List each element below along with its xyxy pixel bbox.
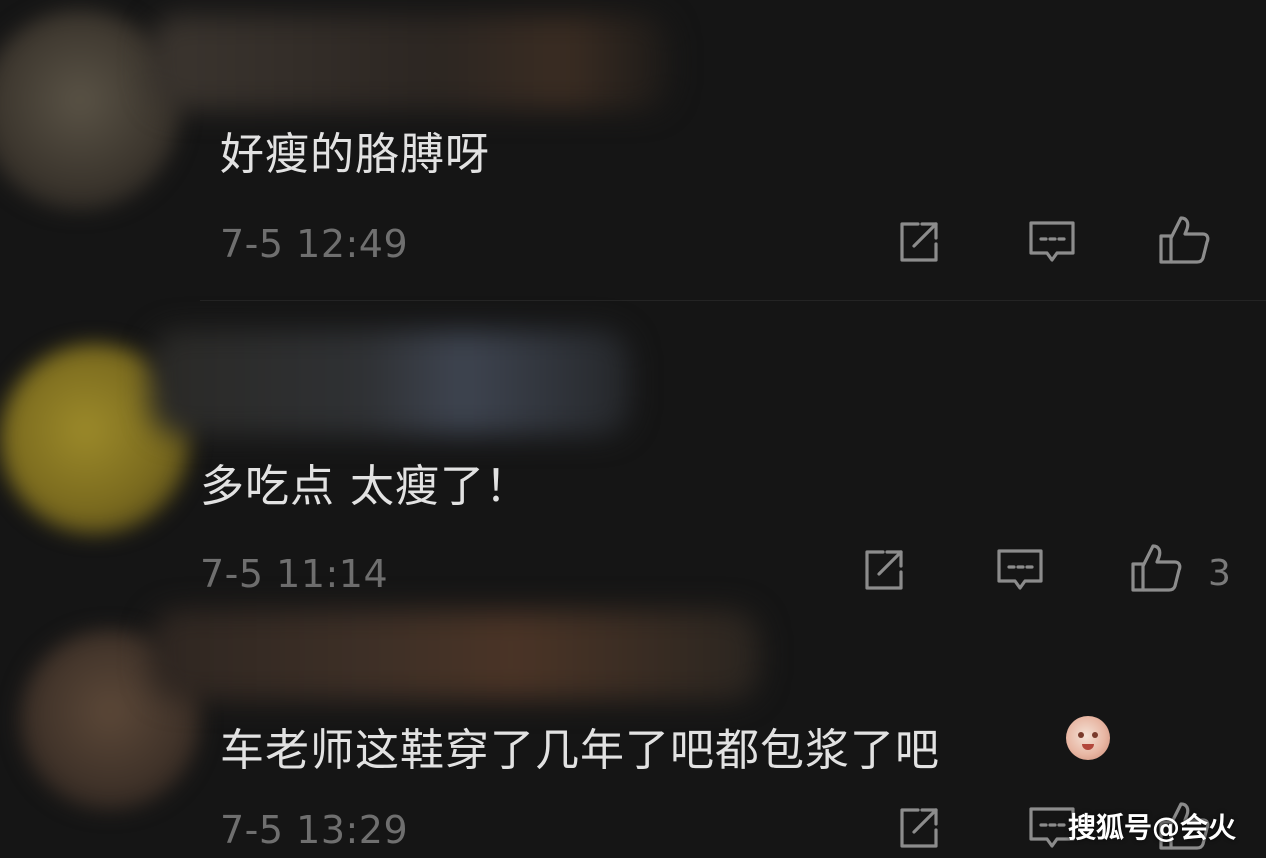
share-icon xyxy=(865,550,903,590)
share-button[interactable] xyxy=(855,542,911,598)
username[interactable] xyxy=(150,15,670,110)
comment-text: 好瘦的胳膊呀 xyxy=(220,129,490,180)
comment-timestamp: 7-5 11:14 xyxy=(200,552,389,596)
comment-icon xyxy=(1029,221,1075,262)
like-button[interactable] xyxy=(1156,212,1212,268)
comment-list-screen: 好瘦的胳膊呀 7-5 12:49 多吃点 太瘦了！ 7-5 11:14 3 车老… xyxy=(0,0,1266,858)
thumbs-up-icon xyxy=(1131,544,1182,592)
reply-button[interactable] xyxy=(992,542,1048,598)
watermark: 搜狐号@会火 xyxy=(1067,811,1236,844)
thumbs-up-icon xyxy=(1159,216,1210,264)
divider xyxy=(200,300,1266,301)
like-button[interactable] xyxy=(1128,540,1184,596)
emoji-sticker xyxy=(1066,716,1110,760)
comment-timestamp: 7-5 12:49 xyxy=(220,222,409,266)
comment-text: 车老师这鞋穿了几年了吧都包浆了吧 xyxy=(220,725,940,776)
username[interactable] xyxy=(150,610,760,700)
comment-item: 多吃点 太瘦了！ 7-5 11:14 3 xyxy=(0,320,1266,610)
comment-icon xyxy=(997,549,1043,590)
share-button[interactable] xyxy=(890,214,946,270)
comment-item: 好瘦的胳膊呀 7-5 12:49 xyxy=(0,0,1266,300)
reply-button[interactable] xyxy=(1024,214,1080,270)
comment-text: 多吃点 太瘦了！ xyxy=(200,461,530,512)
share-icon xyxy=(900,808,938,848)
comment-timestamp: 7-5 13:29 xyxy=(220,808,409,852)
like-count: 3 xyxy=(1208,553,1231,594)
username[interactable] xyxy=(150,330,630,435)
share-button[interactable] xyxy=(890,800,946,856)
share-icon xyxy=(900,222,938,262)
